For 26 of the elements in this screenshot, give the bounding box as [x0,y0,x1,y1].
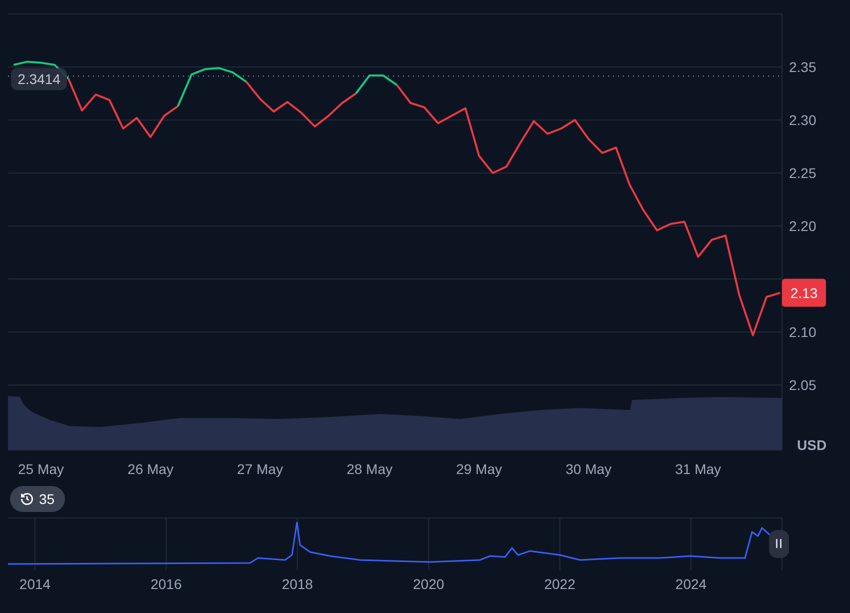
y-axis-label: 2.05 [789,377,816,394]
year-label: 2018 [282,576,313,592]
year-label: 2022 [544,576,576,592]
x-axis-label: 25 May [18,461,64,477]
ref-line-label: 2.3414 [18,71,61,88]
history-icon [20,492,34,506]
y-axis-label: 2.35 [789,59,816,75]
y-axis-label: 2.10 [789,324,816,340]
x-axis-label: 31 May [675,461,722,477]
y-axis-label: 2.30 [789,112,816,128]
year-label: 2020 [413,576,444,592]
current-price-label: 2.13 [782,278,826,307]
baseline-label: 2.3414 [11,68,67,90]
range-handle[interactable] [769,530,789,558]
currency-label: USD [797,437,827,453]
year-label: 2014 [19,576,51,592]
year-label: 2024 [675,576,707,592]
range-badge[interactable]: 35 [10,486,65,512]
year-label: 2016 [150,576,182,592]
y-axis-label: 2.20 [789,218,816,234]
x-axis-label: 27 May [237,461,283,477]
y-axis-label: 2.25 [789,165,816,181]
x-axis-label: 30 May [566,461,612,477]
x-axis-label: 26 May [128,461,174,477]
x-axis-label: 28 May [346,461,392,477]
x-axis-label: 29 May [456,461,502,477]
